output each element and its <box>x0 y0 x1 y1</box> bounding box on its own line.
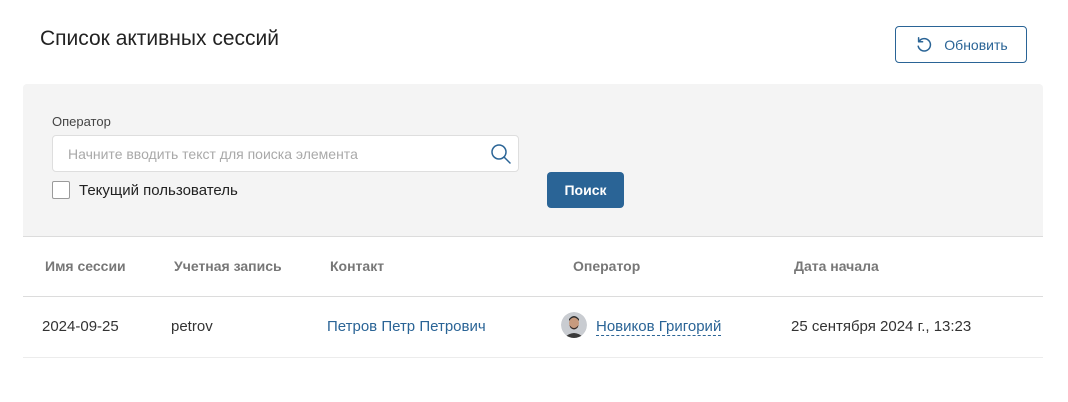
operator-avatar <box>561 312 587 338</box>
page-title: Список активных сессий <box>40 27 279 50</box>
operator-link[interactable]: Новиков Григорий <box>596 318 722 336</box>
column-header-account[interactable]: Учетная запись <box>174 258 282 274</box>
refresh-icon <box>914 35 934 55</box>
row-divider <box>23 357 1043 358</box>
table-header-divider <box>23 296 1043 297</box>
refresh-button[interactable]: Обновить <box>895 26 1027 63</box>
table-top-divider <box>23 236 1043 237</box>
search-icon[interactable] <box>490 143 512 170</box>
operator-cell: Новиков Григорий <box>561 312 722 338</box>
operator-search-input[interactable] <box>53 136 483 171</box>
operator-search-box <box>52 135 519 172</box>
start-date-cell: 25 сентября 2024 г., 13:23 <box>791 318 972 335</box>
current-user-option[interactable]: Текущий пользователь <box>52 181 238 199</box>
account-cell: petrov <box>171 318 213 335</box>
column-header-contact[interactable]: Контакт <box>330 258 384 274</box>
active-sessions-page: Список активных сессий Обновить Оператор… <box>0 0 1068 402</box>
session-name-cell: 2024-09-25 <box>42 318 119 335</box>
current-user-checkbox[interactable] <box>52 181 70 199</box>
search-button[interactable]: Поиск <box>547 172 624 208</box>
operator-field-label: Оператор <box>52 114 111 129</box>
contact-link[interactable]: Петров Петр Петрович <box>327 318 486 335</box>
column-header-operator[interactable]: Оператор <box>573 258 640 274</box>
column-header-start-date[interactable]: Дата начала <box>794 258 879 274</box>
column-header-session-name[interactable]: Имя сессии <box>45 258 126 274</box>
refresh-button-label: Обновить <box>944 36 1008 53</box>
filter-panel: Оператор Текущий пользователь Поиск <box>23 84 1043 236</box>
current-user-label: Текущий пользователь <box>79 181 238 199</box>
